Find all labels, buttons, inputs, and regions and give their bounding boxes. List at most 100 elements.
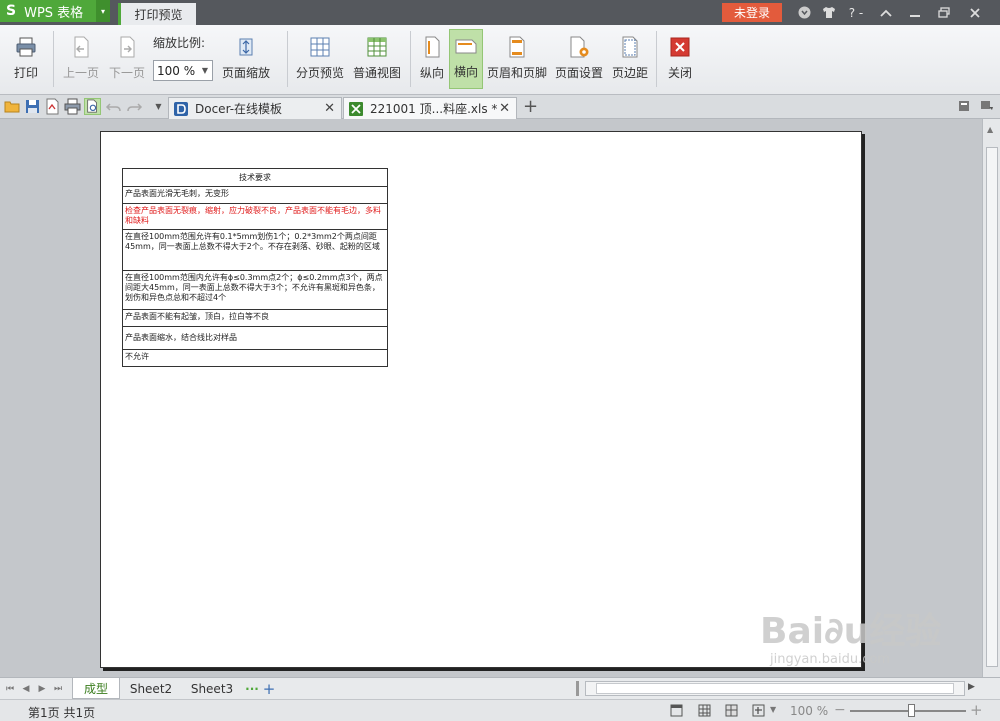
scroll-thumb[interactable] [596,683,954,694]
page-break-preview-label: 分页预览 [295,66,344,80]
portrait-button[interactable]: 纵向 [416,29,448,89]
doc-tab-label: Docer-在线模板 [195,102,283,116]
save-icon[interactable] [24,98,41,115]
table-cell: 产品表面缩水，结合线比对样品 [122,326,388,350]
restore-icon[interactable] [935,3,953,22]
print-button[interactable]: 打印 [6,29,46,89]
tab-menu-icon[interactable] [980,100,994,112]
add-sheet-icon[interactable]: + [262,678,276,699]
more-sheets-icon[interactable]: ··· [244,678,260,699]
printer-icon [16,37,36,57]
zoom-percentage[interactable]: 100 % [790,704,828,718]
page-break-preview-button[interactable]: 分页预览 [293,29,347,89]
next-page-button[interactable]: 下一页 [104,29,150,89]
prev-sheet-icon[interactable]: ◀ [20,681,32,696]
table-title: 技术要求 [122,168,388,187]
doc-tab-docer[interactable]: Docer-在线模板 ✕ [168,97,342,119]
zoom-slider[interactable] [850,704,966,717]
header-footer-icon [509,36,525,58]
table-row: 技术要求 [122,168,388,187]
next-sheet-icon[interactable]: ▶ [36,681,48,696]
close-window-icon[interactable] [966,3,984,22]
page-setup-icon [570,36,589,58]
sheet-tab-chengxing[interactable]: 成型 [72,678,120,699]
page-break-view-icon[interactable] [725,704,738,717]
chevron-down-icon[interactable]: ▼ [198,61,212,80]
prev-page-button[interactable]: 上一页 [58,29,104,89]
header-footer-button[interactable]: 页眉和页脚 [486,29,548,89]
chevron-down-icon[interactable]: ▾ [96,0,110,22]
page-setup-button[interactable]: 页面设置 [553,29,605,89]
page-setup-label: 页面设置 [554,66,603,80]
zoom-select[interactable]: 100 % ▼ [153,60,213,81]
normal-view-icon[interactable] [670,704,683,717]
quick-access-dropdown-icon[interactable]: ▼ [150,98,167,115]
table-cell: 产品表面不能有起皱，顶白，拉白等不良 [122,309,388,327]
page-layout-icon[interactable] [698,704,711,717]
zoom-in-icon[interactable]: + [970,701,983,719]
preview-page: 技术要求 产品表面光滑无毛刺，无变形 检查产品表面无裂痕，缩射，应力破裂不良，产… [100,131,862,668]
vertical-scrollbar[interactable]: ▲ [982,119,1000,677]
baidu-jingyan-watermark: Bai∂u经验 jingyan.baidu.com [760,612,941,668]
docer-icon [174,101,188,116]
next-page-label: 下一页 [108,66,145,80]
app-menu-button[interactable]: S WPS 表格 ▾ [0,0,110,22]
collapse-ribbon-icon[interactable] [877,3,895,22]
title-bar: S WPS 表格 ▾ 打印预览 未登录 ? - [0,0,1000,25]
print-preview-icon[interactable] [84,98,101,115]
first-sheet-icon[interactable]: ⏮ [4,681,16,696]
margins-button[interactable]: 页边距 [610,29,650,89]
ribbon-separator [53,31,54,87]
scroll-splitter[interactable] [576,681,579,696]
table-cell: 在直径100mm范围内允许有ɸ≤0.3mm点2个；ɸ≤0.2mm点3个，两点间距… [122,270,388,310]
prev-page-label: 上一页 [62,66,99,80]
table-row: 检查产品表面无裂痕，缩射，应力破裂不良，产品表面不能有毛边，多料和缺料 [122,203,388,230]
open-folder-icon[interactable] [4,98,21,115]
chevron-down-icon[interactable]: ▼ [770,705,776,714]
export-pdf-icon[interactable] [44,98,61,115]
help-button[interactable]: ? - [843,3,869,22]
tab-print-preview[interactable]: 打印预览 [118,3,196,25]
page-zoom-button[interactable]: 页面缩放 [218,29,274,89]
last-sheet-icon[interactable]: ⏭ [52,681,64,696]
scroll-thumb[interactable] [986,147,998,667]
zoom-out-icon[interactable]: − [834,702,846,718]
page-zoom-icon [239,38,253,56]
skin-icon[interactable] [795,3,813,22]
login-button[interactable]: 未登录 [722,3,782,22]
page-break-icon [310,37,330,57]
normal-view-button[interactable]: 普通视图 [350,29,404,89]
close-preview-button[interactable]: 关闭 [662,29,698,89]
sheet-tab-sheet3[interactable]: Sheet3 [184,678,240,699]
wps-logo: S [6,3,17,19]
table-row: 不允许 [122,349,388,367]
close-tab-icon[interactable]: ✕ [499,101,510,116]
sheet-tab-sheet2[interactable]: Sheet2 [124,678,178,699]
doc-tab-label: 221001 顶...料座.xls * [370,102,498,116]
minimize-icon[interactable] [906,3,924,22]
undo-icon[interactable] [105,98,122,115]
scroll-up-icon[interactable]: ▲ [987,125,993,134]
technical-requirements-table: 技术要求 产品表面光滑无毛刺，无变形 检查产品表面无裂痕，缩射，应力破裂不良，产… [122,168,388,367]
shirt-icon[interactable] [820,3,838,22]
printer-icon[interactable] [64,98,81,115]
status-bar: 第1页 共1页 ▼ 100 % − + [0,699,1000,721]
new-tab-icon[interactable]: + [523,96,538,117]
scroll-right-icon[interactable]: ▶ [968,682,975,692]
fullscreen-icon[interactable] [752,704,766,717]
horizontal-scrollbar[interactable] [585,681,965,696]
redo-icon[interactable] [126,98,143,115]
tab-list-icon[interactable] [958,100,970,112]
doc-tab-spreadsheet[interactable]: 221001 顶...料座.xls * ✕ [343,97,517,119]
table-cell: 在直径100mm范围允许有0.1*5mm划伤1个；0.2*3mm2个两点间距45… [122,229,388,271]
close-tab-icon[interactable]: ✕ [324,101,335,116]
print-preview-area: 技术要求 产品表面光滑无毛刺，无变形 检查产品表面无裂痕，缩射，应力破裂不良，产… [0,119,982,677]
zoom-slider-handle[interactable] [908,704,915,717]
zoom-value: 100 % [157,63,196,78]
table-cell: 不允许 [122,349,388,367]
print-preview-ribbon: 打印 上一页 下一页 缩放比例: 100 % ▼ 页面缩放 分页预览 普通视图 … [0,25,1000,95]
landscape-button[interactable]: 横向 [449,29,483,89]
ribbon-separator [410,31,411,87]
excel-file-icon [349,101,363,116]
zoom-label: 缩放比例: [153,36,206,50]
